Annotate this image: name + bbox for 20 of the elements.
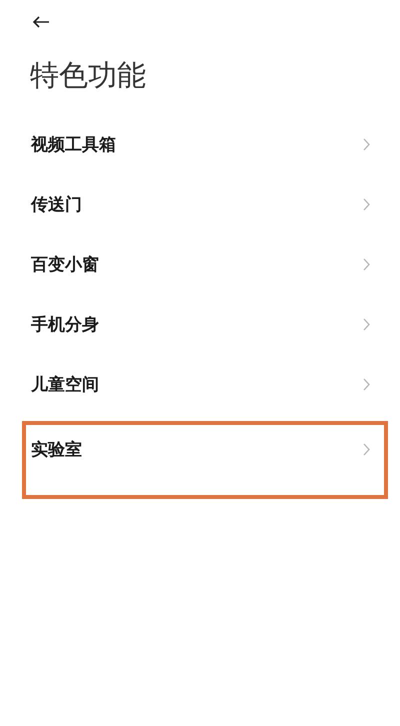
item-label: 传送门 [31, 194, 82, 216]
settings-item[interactable]: 儿童空间 [0, 354, 400, 415]
chevron-icon [363, 258, 370, 272]
settings-item[interactable]: 视频工具箱 [0, 114, 400, 175]
back-arrow-icon [32, 16, 50, 28]
item-label: 手机分身 [31, 314, 99, 336]
settings-item[interactable]: 实验室 [22, 420, 388, 499]
chevron-icon [363, 443, 370, 456]
item-label: 百变小窗 [31, 254, 99, 276]
settings-item[interactable]: 手机分身 [0, 294, 400, 355]
item-label: 实验室 [31, 439, 82, 462]
chevron-icon [363, 318, 370, 332]
chevron-icon [363, 138, 370, 152]
settings-item[interactable]: 传送门 [0, 174, 400, 235]
item-label: 儿童空间 [31, 374, 99, 396]
item-label: 视频工具箱 [31, 134, 116, 156]
chevron-icon [363, 378, 370, 392]
chevron-icon [363, 198, 370, 212]
page-title: 特色功能 [30, 58, 147, 93]
settings-item[interactable]: 百变小窗 [0, 234, 400, 295]
